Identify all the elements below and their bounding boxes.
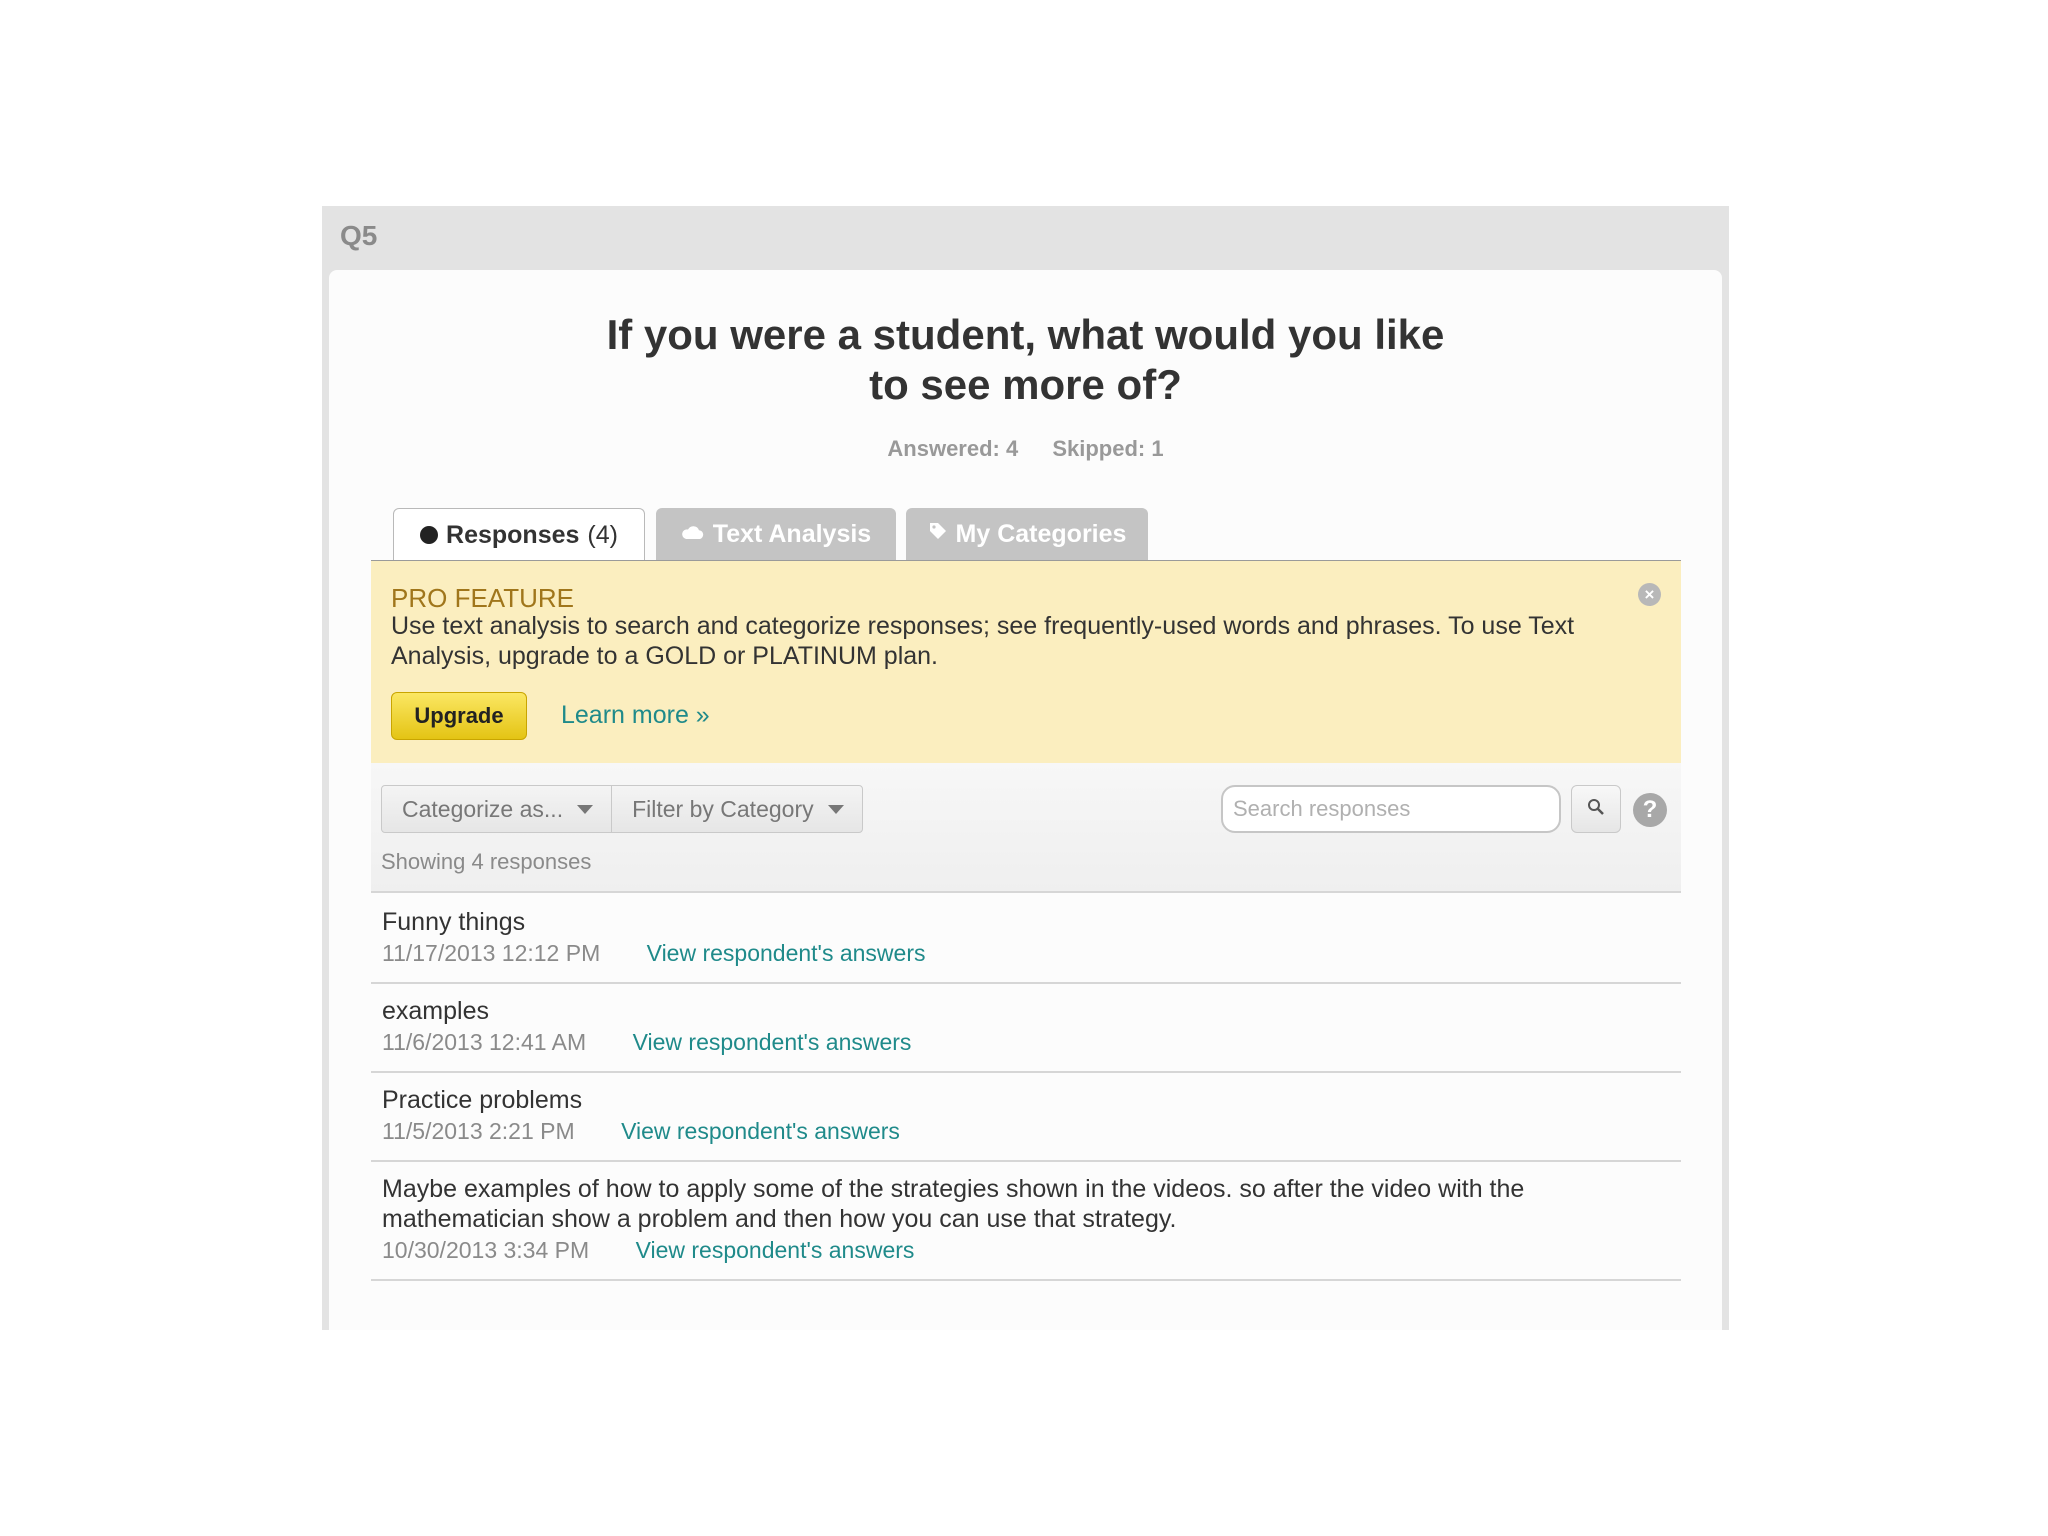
search-input[interactable] <box>1221 785 1561 833</box>
list-item: Maybe examples of how to apply some of t… <box>371 1162 1681 1281</box>
list-item: examples 11/6/2013 12:41 AM View respond… <box>371 984 1681 1073</box>
response-date: 11/17/2013 12:12 PM <box>382 940 601 966</box>
help-icon[interactable]: ? <box>1633 793 1667 827</box>
tab-responses[interactable]: Responses (4) <box>393 508 645 561</box>
response-text: examples <box>382 997 489 1025</box>
search-icon <box>1587 798 1605 821</box>
tab-responses-count: (4) <box>587 520 618 549</box>
responses-list: Funny things 11/17/2013 12:12 PM View re… <box>371 895 1681 1281</box>
showing-count: Showing 4 responses <box>381 849 592 874</box>
responses-toolbar: Categorize as... Filter by Category ? Sh… <box>371 763 1681 893</box>
pro-feature-banner: PRO FEATURE Use text analysis to search … <box>371 561 1681 763</box>
tab-my-categories[interactable]: My Categories <box>906 508 1148 560</box>
skipped-count: Skipped: 1 <box>1052 436 1164 461</box>
tab-text-analysis-label: Text Analysis <box>712 519 872 548</box>
view-respondent-answers-link[interactable]: View respondent's answers <box>621 1118 900 1144</box>
question-number: Q5 <box>340 220 378 251</box>
response-meta: 11/17/2013 12:12 PM View respondent's an… <box>382 938 1670 968</box>
search-button[interactable] <box>1571 785 1621 833</box>
chevron-down-icon <box>577 804 594 814</box>
learn-more-link[interactable]: Learn more » <box>561 701 710 730</box>
list-item: Practice problems 11/5/2013 2:21 PM View… <box>371 1073 1681 1162</box>
category-dropdown-group: Categorize as... Filter by Category <box>381 785 863 833</box>
view-respondent-answers-link[interactable]: View respondent's answers <box>647 940 926 966</box>
filter-by-category-label: Filter by Category <box>632 795 814 822</box>
chevron-down-icon <box>827 804 844 814</box>
pro-feature-text: Use text analysis to search and categori… <box>391 612 1575 670</box>
response-text: Practice problems <box>382 1086 583 1114</box>
list-item: Funny things 11/17/2013 12:12 PM View re… <box>371 895 1681 984</box>
tab-text-analysis[interactable]: Text Analysis <box>656 508 896 560</box>
tag-icon <box>928 521 948 547</box>
question-panel: Q5 If you were a student, what would you… <box>322 206 1729 1330</box>
close-icon[interactable]: × <box>1638 583 1661 606</box>
response-meta: 10/30/2013 3:34 PM View respondent's ans… <box>382 1235 1670 1265</box>
response-date: 11/6/2013 12:41 AM <box>382 1029 587 1055</box>
pro-feature-title: PRO FEATURE <box>391 583 574 613</box>
response-text: Maybe examples of how to apply some of t… <box>382 1175 1525 1233</box>
categorize-as-dropdown[interactable]: Categorize as... <box>382 786 611 832</box>
answered-count: Answered: 4 <box>887 436 1019 461</box>
tab-my-categories-label: My Categories <box>955 519 1127 548</box>
question-title-line-1: If you were a student, what would you li… <box>606 311 1445 358</box>
response-text: Funny things <box>382 908 526 936</box>
question-title-line-2: to see more of? <box>869 361 1182 408</box>
cloud-icon <box>681 523 705 546</box>
view-respondent-answers-link[interactable]: View respondent's answers <box>633 1029 912 1055</box>
question-stats: Answered: 4 Skipped: 1 <box>329 436 1722 462</box>
filter-by-category-dropdown[interactable]: Filter by Category <box>611 786 862 832</box>
response-date: 11/5/2013 2:21 PM <box>382 1118 575 1144</box>
bullet-icon <box>420 526 439 544</box>
response-date: 10/30/2013 3:34 PM <box>382 1237 590 1263</box>
question-title: If you were a student, what would you li… <box>329 310 1722 410</box>
response-meta: 11/5/2013 2:21 PM View respondent's answ… <box>382 1116 1670 1146</box>
upgrade-button[interactable]: Upgrade <box>391 692 527 740</box>
response-meta: 11/6/2013 12:41 AM View respondent's ans… <box>382 1027 1670 1057</box>
tab-responses-label: Responses <box>446 520 580 549</box>
question-card: If you were a student, what would you li… <box>329 270 1722 1330</box>
categorize-as-label: Categorize as... <box>402 795 564 822</box>
view-respondent-answers-link[interactable]: View respondent's answers <box>636 1237 915 1263</box>
